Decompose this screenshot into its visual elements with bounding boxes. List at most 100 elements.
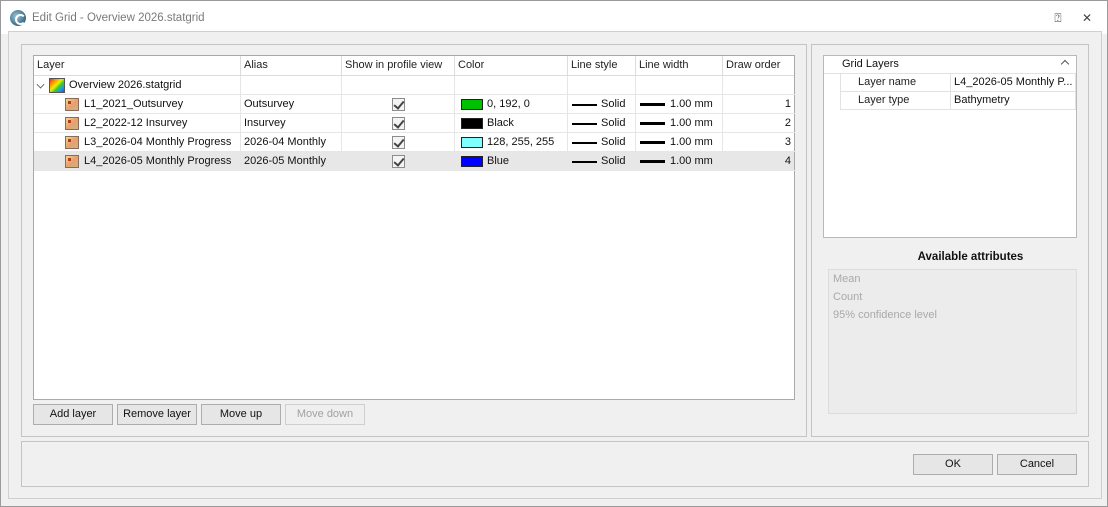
table-row-selected[interactable]: L4_2026-05 Monthly Progress 2026-05 Mont… — [34, 152, 795, 171]
alias-cell[interactable]: Outsurvey — [241, 95, 342, 114]
show-in-profile-checkbox[interactable] — [392, 117, 405, 130]
line-style-value: Solid — [601, 98, 626, 110]
property-key: Layer type — [840, 92, 950, 110]
show-in-profile-checkbox[interactable] — [392, 155, 405, 168]
table-row[interactable]: L3_2026-04 Monthly Progress 2026-04 Mont… — [34, 133, 795, 152]
col-header-layer[interactable]: Layer — [34, 56, 241, 76]
col-header-color[interactable]: Color — [455, 56, 568, 76]
edit-grid-dialog: Edit Grid - Overview 2026.statgrid ⍰ ✕ L… — [0, 0, 1108, 507]
move-up-button[interactable]: Move up — [201, 404, 281, 425]
property-grid[interactable]: Grid Layers Layer name L4_2026-05 Monthl… — [823, 55, 1077, 238]
draw-order-cell[interactable]: 4 — [723, 152, 795, 171]
grid-layer-icon — [65, 136, 79, 149]
chevron-up-icon[interactable] — [1060, 59, 1070, 69]
property-value[interactable]: Bathymetry — [950, 92, 1076, 110]
layer-cell: L4_2026-05 Monthly Progress — [34, 152, 241, 171]
show-cell — [342, 114, 455, 133]
color-swatch — [461, 118, 483, 129]
line-style-sample — [572, 161, 597, 163]
color-swatch — [461, 156, 483, 167]
color-cell[interactable]: 0, 192, 0 — [455, 95, 568, 114]
grid-root-row[interactable]: Overview 2026.statgrid — [34, 76, 795, 95]
layers-grid[interactable]: Layer Alias Show in profile view Color L… — [33, 55, 795, 400]
line-width-cell[interactable]: 1.00 mm — [636, 133, 723, 152]
col-header-line-width[interactable]: Line width — [636, 56, 723, 76]
property-value[interactable]: L4_2026-05 Monthly P... — [950, 74, 1076, 92]
alias-cell[interactable]: 2026-04 Monthly — [241, 133, 342, 152]
remove-layer-button[interactable]: Remove layer — [117, 404, 197, 425]
draw-order-cell[interactable]: 3 — [723, 133, 795, 152]
close-icon[interactable]: ✕ — [1079, 10, 1095, 26]
alias-cell[interactable]: Insurvey — [241, 114, 342, 133]
layer-cell: L1_2021_Outsurvey — [34, 95, 241, 114]
table-row[interactable]: L1_2021_Outsurvey Outsurvey 0, 192, 0 So… — [34, 95, 795, 114]
line-width-value: 1.00 mm — [670, 98, 713, 110]
line-style-cell[interactable]: Solid — [568, 133, 636, 152]
show-in-profile-checkbox[interactable] — [392, 98, 405, 111]
show-cell — [342, 95, 455, 114]
col-header-alias[interactable]: Alias — [241, 56, 342, 76]
line-width-cell[interactable]: 1.00 mm — [636, 152, 723, 171]
statgrid-icon — [49, 78, 65, 93]
property-row[interactable]: Layer type Bathymetry — [840, 92, 1076, 110]
col-header-show-in-profile[interactable]: Show in profile view — [342, 56, 455, 76]
root-draw-order-cell — [723, 76, 795, 95]
help-icon[interactable]: ⍰ — [1050, 10, 1066, 26]
layer-name: L2_2022-12 Insurvey — [84, 117, 188, 129]
color-cell[interactable]: 128, 255, 255 — [455, 133, 568, 152]
show-in-profile-checkbox[interactable] — [392, 136, 405, 149]
root-alias-cell — [241, 76, 342, 95]
root-show-cell — [342, 76, 455, 95]
root-color-cell — [455, 76, 568, 95]
line-style-sample — [572, 123, 597, 125]
color-cell[interactable]: Black — [455, 114, 568, 133]
app-logo-icon — [10, 10, 26, 26]
cancel-button[interactable]: Cancel — [997, 454, 1077, 475]
line-width-cell[interactable]: 1.00 mm — [636, 114, 723, 133]
color-swatch — [461, 99, 483, 110]
collapse-chevron-icon[interactable] — [36, 80, 45, 89]
title-bar: Edit Grid - Overview 2026.statgrid ⍰ ✕ — [1, 1, 1107, 34]
available-attributes-list: Mean Count 95% confidence level — [828, 269, 1077, 414]
layer-cell: L2_2022-12 Insurvey — [34, 114, 241, 133]
line-width-sample — [640, 141, 665, 144]
draw-order-cell[interactable]: 2 — [723, 114, 795, 133]
col-header-line-style[interactable]: Line style — [568, 56, 636, 76]
property-key: Layer name — [840, 74, 950, 92]
root-line-width-cell — [636, 76, 723, 95]
add-layer-button[interactable]: Add layer — [33, 404, 113, 425]
line-width-sample — [640, 160, 665, 163]
alias-cell[interactable]: 2026-05 Monthly — [241, 152, 342, 171]
table-row[interactable]: L2_2022-12 Insurvey Insurvey Black Solid… — [34, 114, 795, 133]
root-layer-label: Overview 2026.statgrid — [69, 79, 182, 91]
grid-layer-icon — [65, 155, 79, 168]
line-width-value: 1.00 mm — [670, 155, 713, 167]
draw-order-cell[interactable]: 1 — [723, 95, 795, 114]
available-attributes-title: Available attributes — [917, 251, 1024, 263]
ok-button[interactable]: OK — [913, 454, 993, 475]
color-cell[interactable]: Blue — [455, 152, 568, 171]
root-layer-cell: Overview 2026.statgrid — [34, 76, 241, 95]
line-style-cell[interactable]: Solid — [568, 114, 636, 133]
line-width-cell[interactable]: 1.00 mm — [636, 95, 723, 114]
color-value: 0, 192, 0 — [487, 98, 530, 110]
line-style-cell[interactable]: Solid — [568, 95, 636, 114]
attribute-item: Count — [833, 291, 863, 303]
line-style-sample — [572, 142, 597, 144]
line-style-sample — [572, 104, 597, 106]
layer-name: L1_2021_Outsurvey — [84, 98, 184, 110]
attribute-item: Mean — [833, 273, 861, 285]
col-header-draw-order[interactable]: Draw order — [723, 56, 795, 76]
grid-layer-icon — [65, 117, 79, 130]
grid-layers-group-header[interactable]: Grid Layers — [824, 56, 1076, 74]
color-swatch — [461, 137, 483, 148]
layer-cell: L3_2026-04 Monthly Progress — [34, 133, 241, 152]
line-width-sample — [640, 122, 665, 125]
line-style-value: Solid — [601, 117, 626, 129]
grid-layer-icon — [65, 98, 79, 111]
show-cell — [342, 152, 455, 171]
window-title: Edit Grid - Overview 2026.statgrid — [32, 12, 205, 24]
move-down-button[interactable]: Move down — [285, 404, 365, 425]
line-style-cell[interactable]: Solid — [568, 152, 636, 171]
property-row[interactable]: Layer name L4_2026-05 Monthly P... — [840, 74, 1076, 92]
